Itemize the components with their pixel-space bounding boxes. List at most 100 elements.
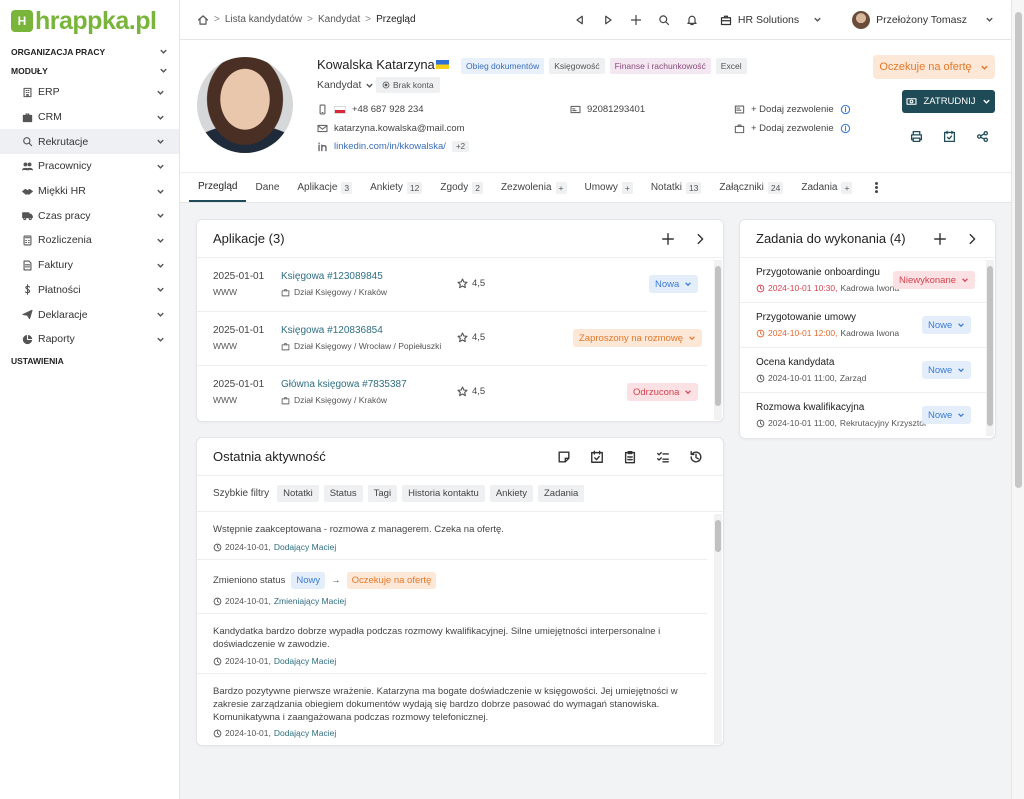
scrollbar-thumb[interactable] <box>715 520 721 552</box>
note-icon[interactable] <box>557 450 571 464</box>
chevron-right-icon[interactable] <box>965 232 979 246</box>
next-icon[interactable] <box>602 14 614 26</box>
applications-scrollbar[interactable] <box>714 260 722 420</box>
filter-status[interactable]: Status <box>323 485 363 502</box>
print-icon[interactable] <box>910 130 923 143</box>
info-icon[interactable] <box>840 104 851 115</box>
section-ustawienia[interactable]: USTAWIENIA <box>0 352 179 371</box>
tab-zalaczniki[interactable]: Załączniki 24 <box>710 173 792 202</box>
home-icon[interactable] <box>197 14 209 26</box>
info-icon[interactable] <box>840 123 851 134</box>
tab-zgody[interactable]: Zgody 2 <box>431 173 492 202</box>
candidate-status-button[interactable]: Oczekuje na ofertę <box>873 55 995 79</box>
sidebar-item-rozliczenia[interactable]: Rozliczenia <box>0 228 179 253</box>
page-scrollbar[interactable] <box>1011 0 1024 799</box>
filter-zadania[interactable]: Zadania <box>538 485 585 502</box>
company-switcher[interactable]: HR Solutions <box>720 14 822 26</box>
scrollbar-thumb[interactable] <box>987 266 993 426</box>
calendar-check-icon[interactable] <box>590 450 604 464</box>
task-status-dropdown[interactable]: Nowe <box>922 361 972 379</box>
sidebar-item-faktury[interactable]: Faktury <box>0 253 179 278</box>
linkedin-link[interactable]: linkedin.com/in/kkowalska/ <box>334 141 446 152</box>
activity-scrollbar[interactable] <box>714 514 722 744</box>
tab-add-badge[interactable]: + <box>621 181 633 194</box>
task-status-dropdown[interactable]: Nowe <box>922 316 972 334</box>
task-status-dropdown[interactable]: Niewykonane <box>893 271 976 289</box>
add-permit-link[interactable]: + Dodaj zezwolenie <box>751 123 834 134</box>
filter-historia-kontaktu[interactable]: Historia kontaktu <box>402 485 485 502</box>
previous-icon[interactable] <box>574 14 586 26</box>
application-status-dropdown[interactable]: Nowa <box>649 275 699 293</box>
breadcrumb-item[interactable]: Lista kandydatów <box>225 14 302 25</box>
activity-author[interactable]: Dodający Maciej <box>274 728 336 738</box>
tag[interactable]: Obieg dokumentów <box>461 58 545 74</box>
sidebar-item-raporty[interactable]: Raporty <box>0 327 179 352</box>
plus-icon[interactable] <box>661 232 675 246</box>
tab-zezwolenia[interactable]: Zezwolenia + <box>492 173 576 202</box>
sidebar-item-platnosci[interactable]: Płatności <box>0 278 179 303</box>
breadcrumb-item[interactable]: Kandydat <box>318 14 360 25</box>
role-dropdown[interactable]: Kandydat <box>317 79 374 91</box>
sidebar-item-deklaracje[interactable]: Deklaracje <box>0 302 179 327</box>
application-title[interactable]: Księgowa #120836854 <box>281 325 383 336</box>
application-row[interactable]: 2025-01-01 WWW Księgowa #123089845 Dział… <box>197 258 707 312</box>
task-row[interactable]: Rozmowa kwalifikacyjna 2024-10-01 11:00,… <box>740 393 988 438</box>
user-menu[interactable]: Przełożony Tomasz <box>852 10 994 29</box>
plus-icon[interactable] <box>630 14 642 26</box>
task-row[interactable]: Przygotowanie onboardingu 2024-10-01 10:… <box>740 258 988 303</box>
bell-icon[interactable] <box>686 14 698 26</box>
tasks-scrollbar[interactable] <box>986 260 994 436</box>
application-row[interactable]: 2025-01-01 WWW Księgowa #120836854 Dział… <box>197 312 707 366</box>
phone-number[interactable]: +48 687 928 234 <box>352 104 424 115</box>
section-organizacja[interactable]: ORGANIZACJA PRACY <box>0 42 179 61</box>
section-moduly[interactable]: MODUŁY <box>0 61 179 80</box>
checklist-icon[interactable] <box>656 450 670 464</box>
chevron-right-icon[interactable] <box>693 232 707 246</box>
task-row[interactable]: Przygotowanie umowy 2024-10-01 12:00, Kad… <box>740 303 988 348</box>
tab-add-badge[interactable]: + <box>555 181 567 194</box>
more-links-badge[interactable]: +2 <box>451 141 470 152</box>
plus-icon[interactable] <box>933 232 947 246</box>
filter-notatki[interactable]: Notatki <box>277 485 319 502</box>
activity-author[interactable]: Dodający Maciej <box>274 542 336 552</box>
tab-notatki[interactable]: Notatki 13 <box>642 173 711 202</box>
filter-ankiety[interactable]: Ankiety <box>489 485 533 502</box>
logo[interactable]: H hrappka.pl <box>0 0 179 42</box>
tab-zadania[interactable]: Zadania + <box>792 173 861 202</box>
search-icon[interactable] <box>658 14 670 26</box>
share-icon[interactable] <box>976 130 989 143</box>
activity-author[interactable]: Dodający Maciej <box>274 656 336 666</box>
application-title[interactable]: Główna księgowa #7835387 <box>281 379 407 390</box>
add-permit-link[interactable]: + Dodaj zezwolenie <box>751 104 834 115</box>
email-address[interactable]: katarzyna.kowalska@mail.com <box>334 123 465 134</box>
tabs-more-button[interactable] <box>861 173 892 202</box>
sidebar-item-crm[interactable]: CRM <box>0 105 179 130</box>
calendar-check-icon[interactable] <box>943 130 956 143</box>
task-status-dropdown[interactable]: Nowe <box>922 406 972 424</box>
tag[interactable]: Excel <box>715 58 747 74</box>
application-status-dropdown[interactable]: Zaproszony na rozmowę <box>573 329 703 347</box>
sidebar-item-erp[interactable]: ERP <box>0 80 179 105</box>
tab-dane[interactable]: Dane <box>246 173 288 202</box>
history-icon[interactable] <box>689 450 703 464</box>
tab-aplikacje[interactable]: Aplikacje 3 <box>288 173 361 202</box>
task-row[interactable]: Ocena kandydata 2024-10-01 11:00, Zarząd … <box>740 348 988 393</box>
tag[interactable]: Księgowość <box>549 58 605 74</box>
application-row[interactable]: 2025-01-01 WWW Główna księgowa #7835387 … <box>197 366 707 420</box>
tab-przeglad[interactable]: Przegląd <box>189 173 247 202</box>
application-title[interactable]: Księgowa #123089845 <box>281 271 383 282</box>
sidebar-item-miekki-hr[interactable]: Miękki HR <box>0 179 179 204</box>
sidebar-item-czas-pracy[interactable]: Czas pracy <box>0 203 179 228</box>
application-status-dropdown[interactable]: Odrzucona <box>627 383 699 401</box>
tab-umowy[interactable]: Umowy + <box>576 173 642 202</box>
activity-author[interactable]: Zmieniający Maciej <box>274 596 346 606</box>
tag[interactable]: Finanse i rachunkowość <box>609 58 711 74</box>
scrollbar-thumb[interactable] <box>1015 12 1022 488</box>
tab-add-badge[interactable]: + <box>841 181 853 194</box>
hire-button[interactable]: ZATRUDNIJ <box>902 90 995 113</box>
clipboard-icon[interactable] <box>623 450 637 464</box>
sidebar-item-rekrutacje[interactable]: Rekrutacje <box>0 129 179 155</box>
sidebar-item-pracownicy[interactable]: Pracownicy <box>0 154 179 179</box>
filter-tagi[interactable]: Tagi <box>367 485 398 502</box>
tab-ankiety[interactable]: Ankiety 12 <box>361 173 431 202</box>
